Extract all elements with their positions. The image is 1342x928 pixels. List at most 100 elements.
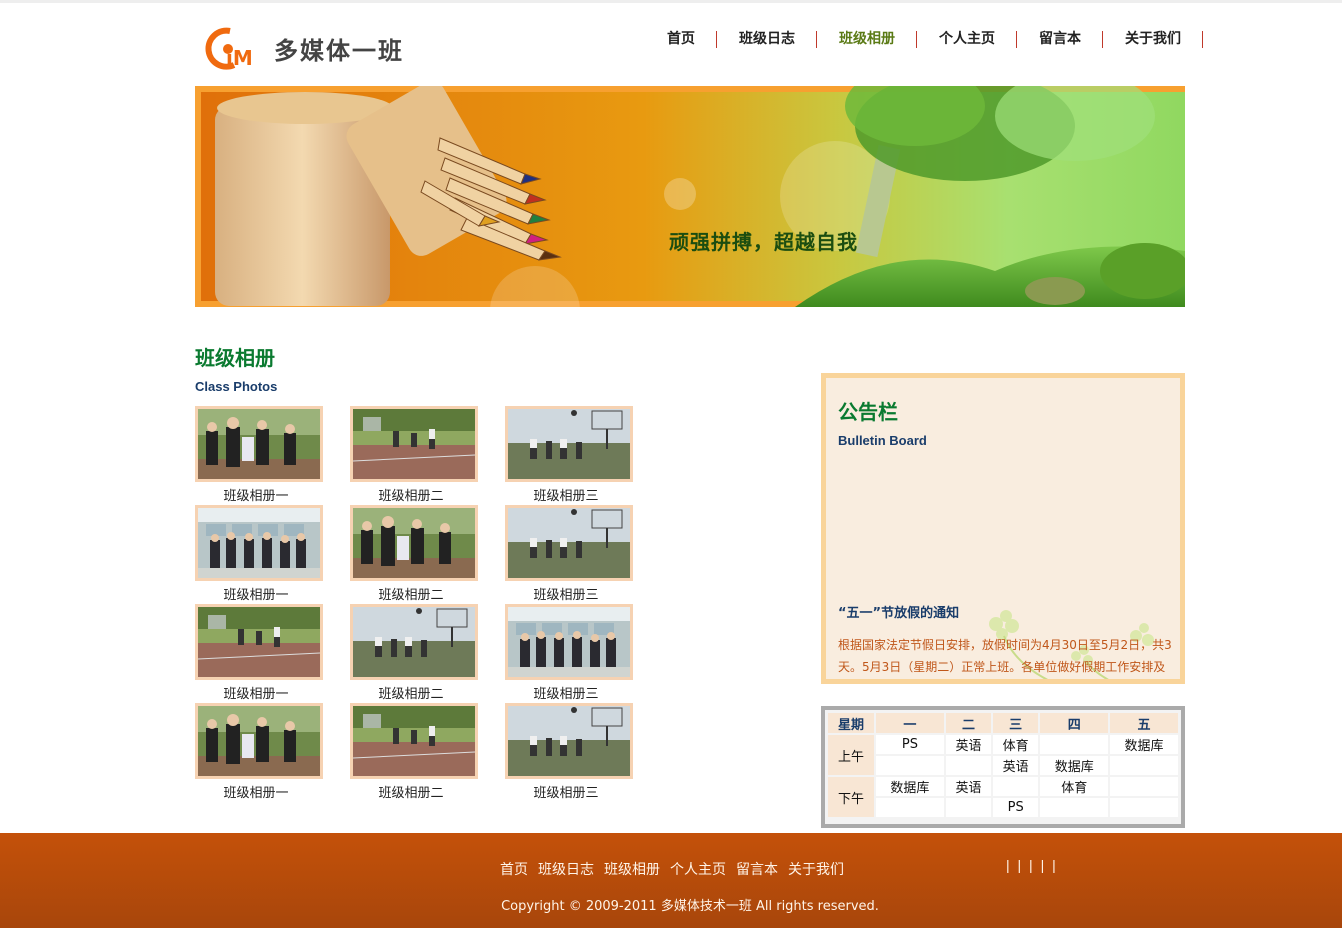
logo-mark-icon: iM	[204, 25, 262, 71]
photo-image	[353, 409, 475, 479]
timetable-row: 英语 数据库	[828, 756, 1178, 775]
photo-caption[interactable]: 班级相册一	[195, 786, 317, 802]
photo-item[interactable]: 班级相册二	[350, 505, 505, 604]
timetable-cell	[993, 777, 1039, 796]
logo-text: 多媒体一班	[274, 36, 404, 65]
photo-caption[interactable]: 班级相册一	[195, 687, 317, 703]
footer-link-about-us[interactable]: 关于我们	[788, 859, 844, 879]
timetable-period-label: 上午	[828, 735, 874, 775]
photo-image	[198, 607, 320, 677]
notice-body: 根据国家法定节假日安排，放假时间为4月30日至5月2日，共3天。5月3日（星期二…	[838, 638, 1172, 674]
nav-class-log[interactable]: 班级日志	[717, 27, 817, 49]
photo-caption[interactable]: 班级相册二	[350, 588, 472, 604]
photo-item[interactable]: 班级相册三	[505, 604, 660, 703]
timetable-cell	[1110, 798, 1178, 817]
timetable-header-row: 星期 一 二 三 四 五	[828, 713, 1178, 733]
footer-link-class-album[interactable]: 班级相册	[604, 859, 660, 879]
site-logo[interactable]: iM 多媒体一班	[204, 24, 444, 72]
photo-item[interactable]: 班级相册一	[195, 505, 350, 604]
album-title: 班级相册	[195, 346, 275, 370]
photo-thumbnail[interactable]	[505, 505, 633, 581]
footer-link-guestbook[interactable]: 留言本	[736, 859, 778, 879]
timetable-cell	[945, 798, 992, 817]
photo-item[interactable]: 班级相册二	[350, 703, 505, 802]
timetable-cell	[1110, 756, 1178, 775]
photo-caption[interactable]: 班级相册二	[350, 786, 472, 802]
photo-item[interactable]: 班级相册三	[505, 505, 660, 604]
photo-item[interactable]: 班级相册二	[350, 406, 505, 505]
photo-image	[508, 706, 630, 776]
timetable-header-cell: 四	[1040, 713, 1109, 733]
footer-nav: 首页 班级日志 班级相册 个人主页 留言本 关于我们	[500, 859, 854, 879]
nav-guestbook[interactable]: 留言本	[1017, 27, 1103, 49]
banner-illustration	[195, 86, 1185, 307]
photo-image	[353, 607, 475, 677]
timetable-cell	[1040, 798, 1109, 817]
photo-item[interactable]: 班级相册三	[505, 703, 660, 802]
timetable-cell: 数据库	[1040, 756, 1109, 775]
photo-caption[interactable]: 班级相册三	[505, 588, 627, 604]
photo-thumbnail[interactable]	[350, 604, 478, 680]
photo-image	[353, 508, 475, 578]
timetable-period-label: 下午	[828, 777, 874, 817]
nav-about-us[interactable]: 关于我们	[1103, 27, 1203, 49]
nav-class-album[interactable]: 班级相册	[817, 27, 917, 49]
bulletin-subtitle: Bulletin Board	[838, 433, 927, 448]
photo-image	[198, 706, 320, 776]
photo-thumbnail[interactable]	[195, 604, 323, 680]
banner-slogan: 顽强拼搏，超越自我	[669, 230, 858, 254]
timetable-header-cell: 五	[1110, 713, 1178, 733]
timetable-cell	[1040, 735, 1109, 754]
photo-item[interactable]: 班级相册二	[350, 604, 505, 703]
copyright-text: Copyright © 2009-2011 多媒体技术一班 All rights…	[501, 899, 879, 914]
photo-caption[interactable]: 班级相册一	[195, 489, 317, 505]
photo-image	[508, 409, 630, 479]
timetable-header-cell: 一	[876, 713, 944, 733]
photo-item[interactable]: 班级相册三	[505, 406, 660, 505]
photo-image	[508, 607, 630, 677]
top-border	[0, 0, 1342, 3]
photo-thumbnail[interactable]	[195, 703, 323, 779]
hero-banner: 顽强拼搏，超越自我	[195, 86, 1185, 307]
photo-thumbnail[interactable]	[350, 505, 478, 581]
timetable-cell	[1110, 777, 1178, 796]
footer-link-class-log[interactable]: 班级日志	[538, 859, 594, 879]
photo-image	[508, 508, 630, 578]
photo-item[interactable]: 班级相册一	[195, 703, 350, 802]
timetable-cell: PS	[993, 798, 1039, 817]
photo-thumbnail[interactable]	[350, 703, 478, 779]
photo-item[interactable]: 班级相册一	[195, 406, 350, 505]
bulletin-board: 公告栏 Bulletin Board “五一”节放假的通知 根据国家法定节假日安…	[821, 373, 1185, 684]
timetable-header-cell: 星期	[828, 713, 874, 733]
photo-thumbnail[interactable]	[195, 406, 323, 482]
photo-thumbnail[interactable]	[505, 604, 633, 680]
photo-caption[interactable]: 班级相册二	[350, 687, 472, 703]
photo-thumbnail[interactable]	[350, 406, 478, 482]
timetable-cell	[876, 756, 944, 775]
timetable-cell: 英语	[945, 735, 992, 754]
timetable-cell: 英语	[993, 756, 1039, 775]
nav-personal-page[interactable]: 个人主页	[917, 27, 1017, 49]
photo-thumbnail[interactable]	[505, 703, 633, 779]
footer-link-personal-page[interactable]: 个人主页	[670, 859, 726, 879]
photo-thumbnail[interactable]	[505, 406, 633, 482]
timetable-cell: 数据库	[876, 777, 944, 796]
photo-caption[interactable]: 班级相册二	[350, 489, 472, 505]
notice-title-link[interactable]: “五一”节放假的通知	[838, 602, 959, 621]
photo-gallery: 班级相册一 班级相册二 班级相册三 班级相册一 班级相册二 班级相册三 班级相册一 班级相册二…	[195, 406, 665, 802]
timetable-cell: 体育	[1040, 777, 1109, 796]
photo-caption[interactable]: 班级相册三	[505, 687, 627, 703]
footer-link-home[interactable]: 首页	[500, 859, 528, 879]
photo-thumbnail[interactable]	[195, 505, 323, 581]
timetable-cell	[945, 756, 992, 775]
timetable-cell: 英语	[945, 777, 992, 796]
timetable-row: 上午 PS 英语 体育 数据库	[828, 735, 1178, 775]
photo-caption[interactable]: 班级相册三	[505, 786, 627, 802]
photo-image	[198, 409, 320, 479]
photo-caption[interactable]: 班级相册一	[195, 588, 317, 604]
nav-home[interactable]: 首页	[645, 27, 717, 49]
timetable-cell: 体育	[993, 735, 1039, 754]
timetable-header-cell: 二	[945, 713, 992, 733]
photo-item[interactable]: 班级相册一	[195, 604, 350, 703]
photo-caption[interactable]: 班级相册三	[505, 489, 627, 505]
